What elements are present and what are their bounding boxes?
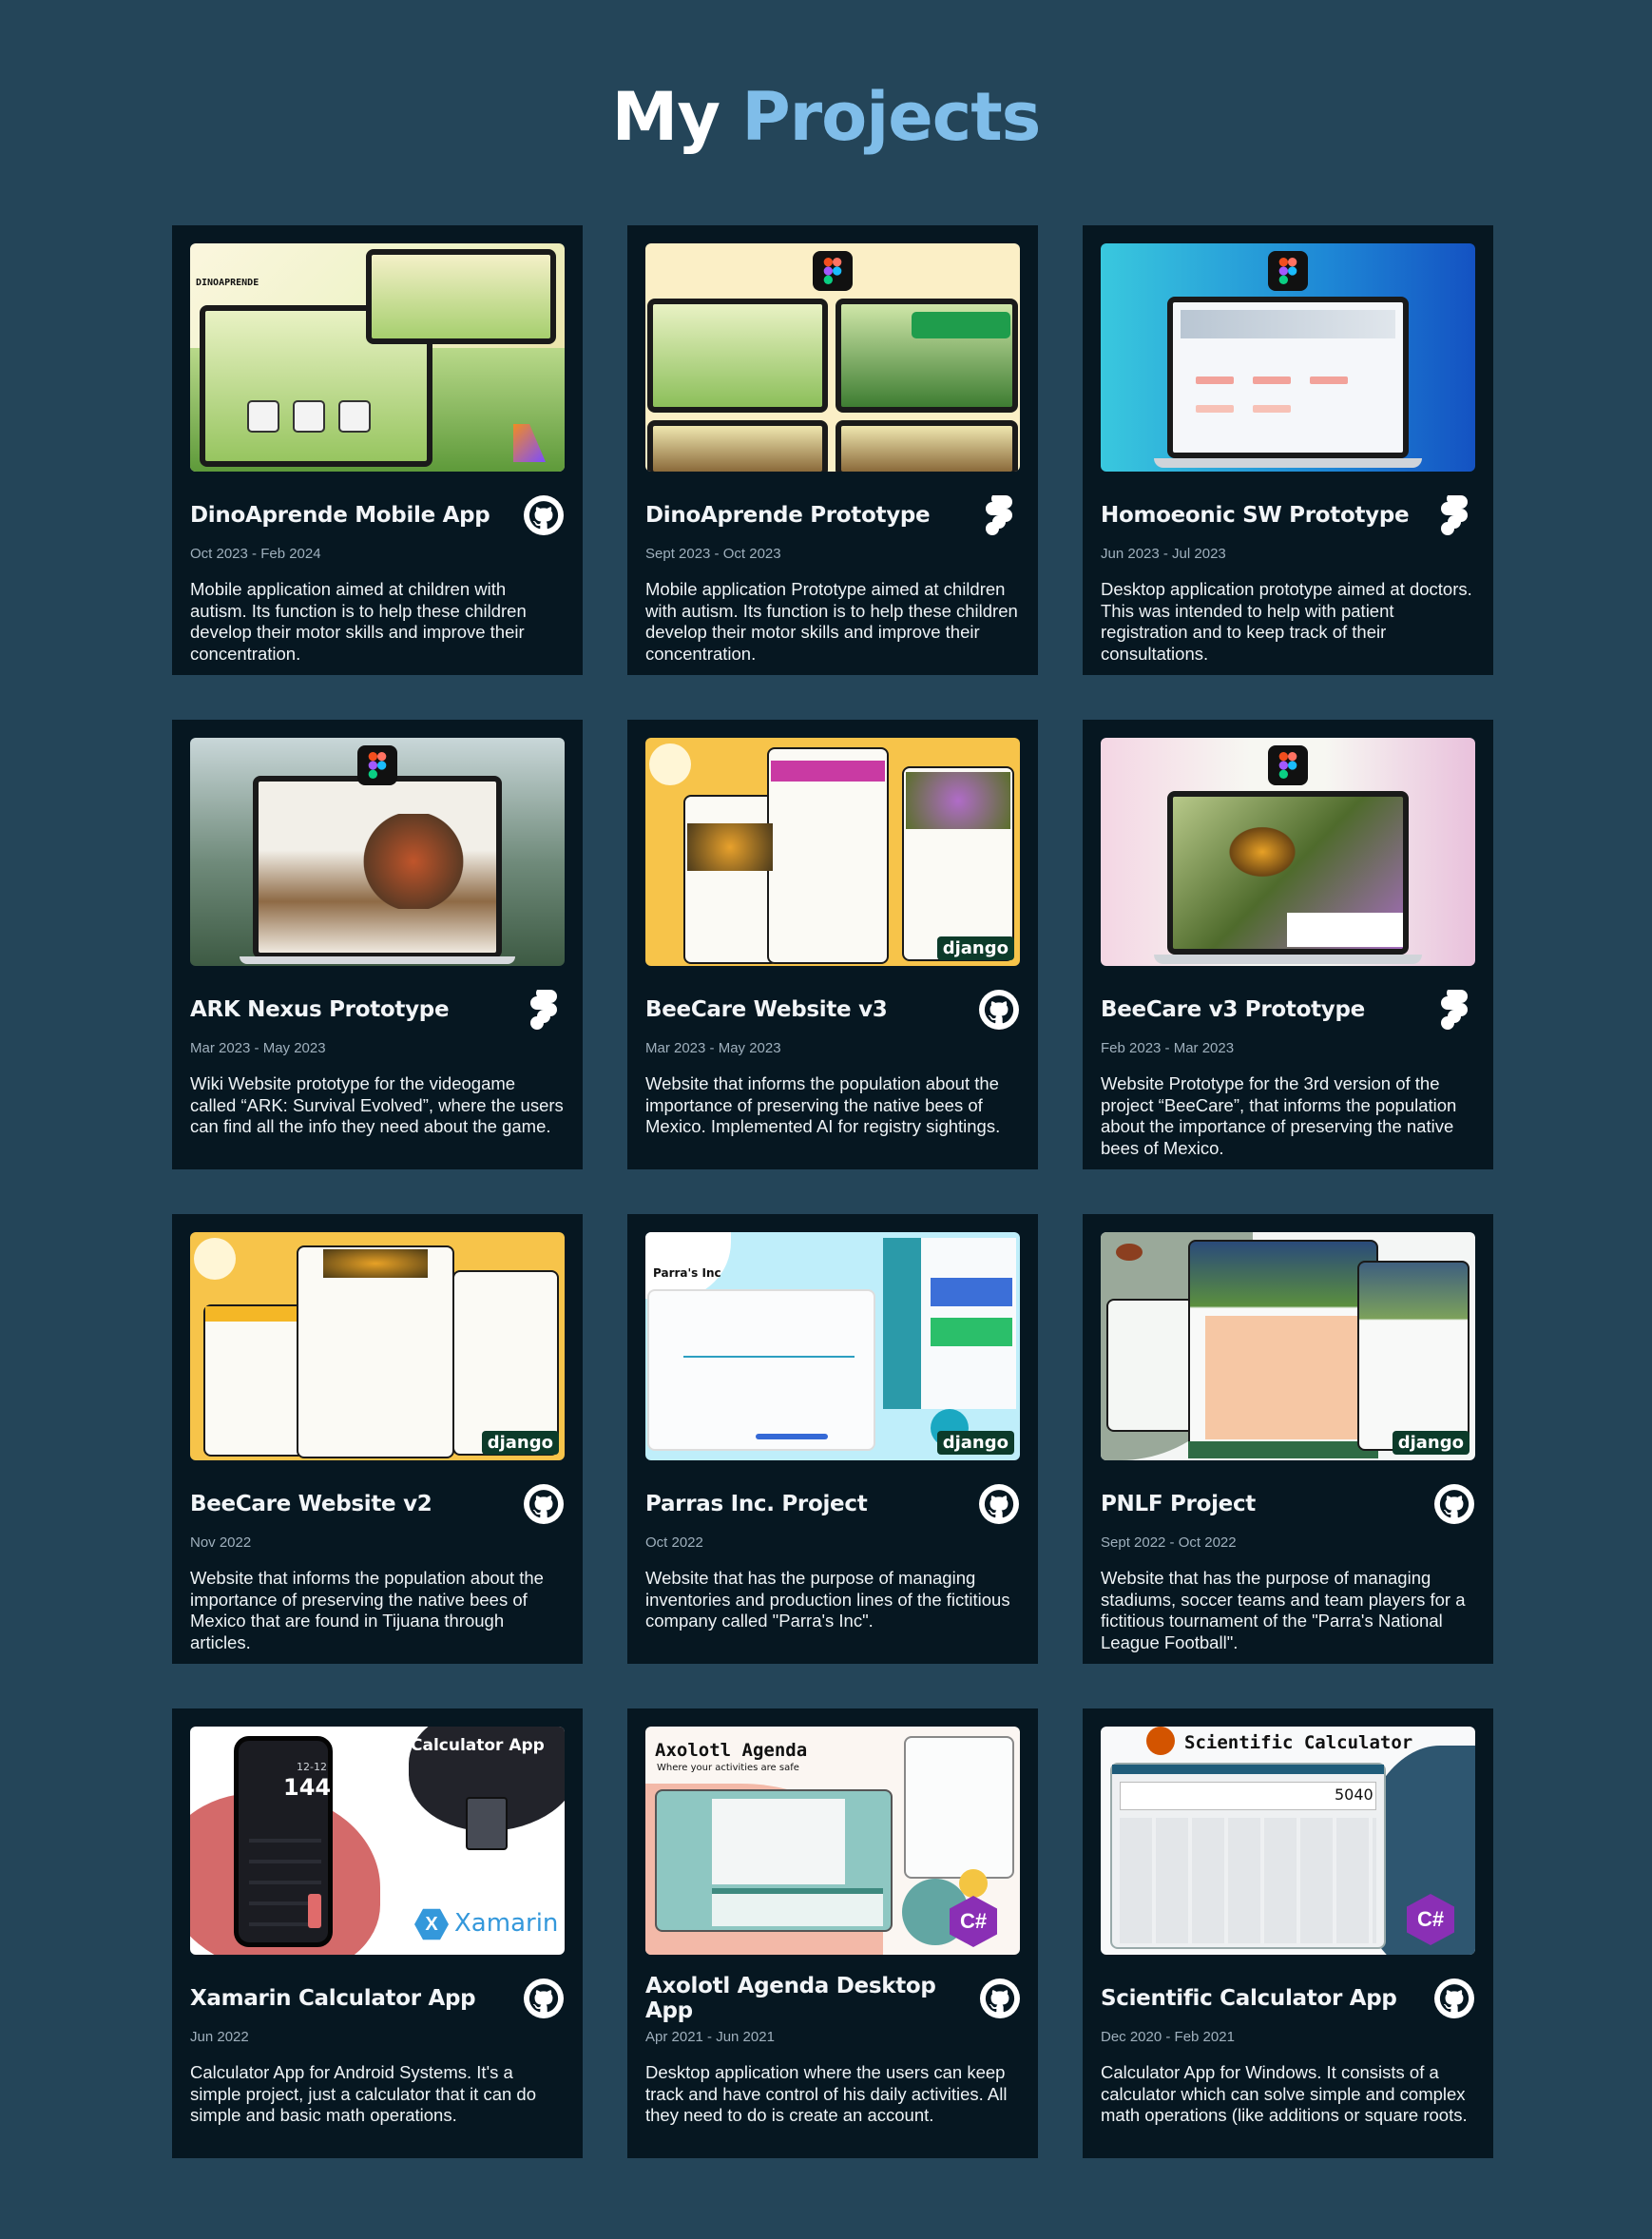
figma-logo-icon — [1268, 251, 1308, 291]
page-title: My Projects — [0, 78, 1652, 156]
figma-icon[interactable] — [1433, 989, 1475, 1031]
project-date: Oct 2023 - Feb 2024 — [190, 546, 321, 562]
project-date: Dec 2020 - Feb 2021 — [1101, 2029, 1235, 2045]
projects-grid: DINOAPRENDE DinoAprende Mobile App Oct 2… — [172, 225, 1493, 2158]
project-description: Wiki Website prototype for the videogame… — [190, 1073, 564, 1136]
project-date: Jun 2022 — [190, 2029, 249, 2045]
project-thumbnail[interactable]: django — [190, 1232, 565, 1460]
figma-logo-icon — [813, 251, 853, 291]
project-thumbnail[interactable] — [190, 738, 565, 966]
project-description: Website that informs the population abou… — [645, 1073, 1001, 1136]
project-title: Homoeonic SW Prototype — [1101, 503, 1410, 528]
thumb-calc-sub: 12-12 — [297, 1761, 327, 1773]
page-title-accent: Projects — [741, 78, 1041, 156]
project-title: Parras Inc. Project — [645, 1492, 868, 1516]
project-title: Axolotl Agenda Desktop App — [645, 1974, 936, 2023]
django-badge: django — [936, 1431, 1014, 1455]
project-description: Calculator App for Windows. It consists … — [1101, 2062, 1468, 2125]
figma-icon[interactable] — [523, 989, 565, 1031]
django-badge: django — [481, 1431, 559, 1455]
project-description: Website that informs the population abou… — [190, 1568, 544, 1652]
project-title: PNLF Project — [1101, 1492, 1256, 1516]
thumb-subtitle-text: Where your activities are safe — [657, 1763, 799, 1773]
xamarin-logo-icon: X — [414, 1908, 449, 1940]
github-icon[interactable] — [1433, 1978, 1475, 2019]
project-card: ARK Nexus Prototype Mar 2023 - May 2023 … — [172, 720, 583, 1169]
project-card: django PNLF Project Sept 2022 - Oct 2022… — [1083, 1214, 1493, 1664]
thumb-logo-text: Parra's Inc — [653, 1266, 721, 1280]
project-card: django BeeCare Website v2 Nov 2022 Websi… — [172, 1214, 583, 1664]
thumb-calc-value: 144 — [283, 1774, 332, 1801]
figma-icon[interactable] — [978, 494, 1020, 536]
thumb-title-text: Axolotl Agenda — [655, 1740, 808, 1761]
project-description: Website Prototype for the 3rd version of… — [1101, 1073, 1457, 1158]
thumb-title-text: Calculator App — [411, 1736, 545, 1755]
project-thumbnail[interactable]: Parra's Inc django — [645, 1232, 1020, 1460]
project-title: Scientific Calculator App — [1101, 1986, 1397, 2011]
project-title: BeeCare Website v2 — [190, 1492, 432, 1516]
figma-icon[interactable] — [1433, 494, 1475, 536]
project-card: Calculator App 12-12 144 X Xamarin Xamar… — [172, 1708, 583, 2158]
project-card: BeeCare v3 Prototype Feb 2023 - Mar 2023… — [1083, 720, 1493, 1169]
project-description: Website that has the purpose of managing… — [1101, 1568, 1466, 1652]
page-title-prefix: My — [611, 78, 720, 156]
project-description: Desktop application where the users can … — [645, 2062, 1008, 2125]
figma-logo-icon — [357, 745, 397, 785]
project-title: BeeCare Website v3 — [645, 997, 888, 1022]
project-description: Mobile application Prototype aimed at ch… — [645, 579, 1018, 664]
project-description: Desktop application prototype aimed at d… — [1101, 579, 1472, 664]
project-description: Calculator App for Android Systems. It's… — [190, 2062, 537, 2125]
project-card: DinoAprende Prototype Sept 2023 - Oct 20… — [627, 225, 1038, 675]
project-title: DinoAprende Mobile App — [190, 503, 490, 528]
project-thumbnail[interactable]: DINOAPRENDE — [190, 243, 565, 472]
project-date: Sept 2023 - Oct 2023 — [645, 546, 781, 562]
project-date: Feb 2023 - Mar 2023 — [1101, 1040, 1235, 1056]
thumb-calc-value: 5040 — [1335, 1785, 1373, 1804]
project-card: DINOAPRENDE DinoAprende Mobile App Oct 2… — [172, 225, 583, 675]
github-icon[interactable] — [523, 1483, 565, 1525]
project-date: Jun 2023 - Jul 2023 — [1101, 546, 1226, 562]
github-icon[interactable] — [523, 1978, 565, 2019]
project-date: Apr 2021 - Jun 2021 — [645, 2029, 775, 2045]
project-date: Sept 2022 - Oct 2022 — [1101, 1534, 1237, 1551]
project-card: django BeeCare Website v3 Mar 2023 - May… — [627, 720, 1038, 1169]
django-badge: django — [1392, 1431, 1470, 1455]
django-badge: django — [936, 936, 1014, 960]
github-icon[interactable] — [523, 494, 565, 536]
project-thumbnail[interactable]: Scientific Calculator 5040 C# — [1101, 1727, 1475, 1955]
project-card: Parra's Inc django Parras Inc. Project O… — [627, 1214, 1038, 1664]
project-thumbnail[interactable] — [645, 243, 1020, 472]
github-icon[interactable] — [978, 1483, 1020, 1525]
project-title: ARK Nexus Prototype — [190, 997, 450, 1022]
project-card: Homoeonic SW Prototype Jun 2023 - Jul 20… — [1083, 225, 1493, 675]
project-description: Mobile application aimed at children wit… — [190, 579, 527, 664]
project-thumbnail[interactable] — [1101, 243, 1475, 472]
github-icon[interactable] — [1433, 1483, 1475, 1525]
project-title: BeeCare v3 Prototype — [1101, 997, 1365, 1022]
project-title: Xamarin Calculator App — [190, 1986, 476, 2011]
project-card: Axolotl Agenda Where your activities are… — [627, 1708, 1038, 2158]
project-date: Oct 2022 — [645, 1534, 703, 1551]
project-card: Scientific Calculator 5040 C# Scientific… — [1083, 1708, 1493, 2158]
project-title: DinoAprende Prototype — [645, 503, 931, 528]
github-icon[interactable] — [978, 989, 1020, 1031]
project-thumbnail[interactable]: django — [645, 738, 1020, 966]
project-thumbnail[interactable]: Axolotl Agenda Where your activities are… — [645, 1727, 1020, 1955]
thumb-title-text: Scientific Calculator — [1184, 1732, 1413, 1753]
project-description: Website that has the purpose of managing… — [645, 1568, 1010, 1631]
project-date: Mar 2023 - May 2023 — [645, 1040, 781, 1056]
project-date: Mar 2023 - May 2023 — [190, 1040, 326, 1056]
thumb-brand-text: Xamarin — [454, 1909, 559, 1938]
figma-logo-icon — [1268, 745, 1308, 785]
project-thumbnail[interactable]: Calculator App 12-12 144 X Xamarin — [190, 1727, 565, 1955]
project-date: Nov 2022 — [190, 1534, 252, 1551]
github-icon[interactable] — [979, 1978, 1020, 2019]
thumb-logo-text: DINOAPRENDE — [196, 278, 259, 288]
project-thumbnail[interactable]: django — [1101, 1232, 1475, 1460]
project-thumbnail[interactable] — [1101, 738, 1475, 966]
